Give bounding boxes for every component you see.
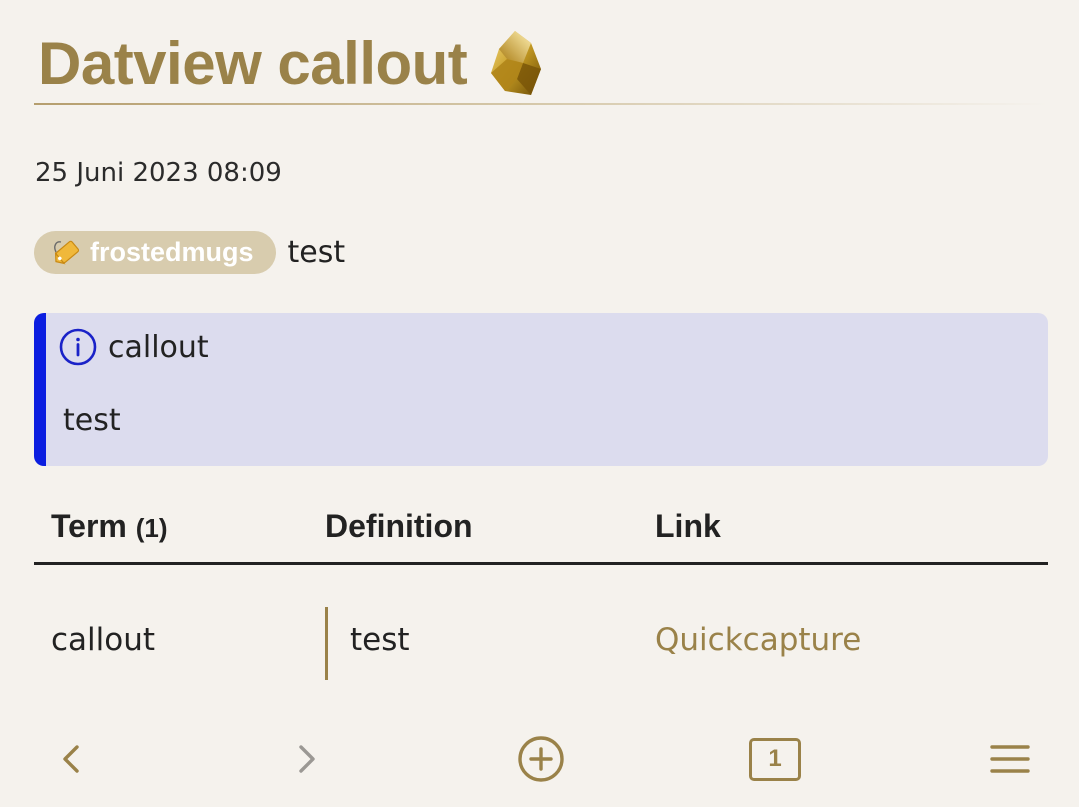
column-header-definition[interactable]: Definition xyxy=(325,508,473,545)
column-header-term[interactable]: Term (1) xyxy=(51,508,168,545)
chevron-left-icon xyxy=(63,745,79,773)
blockquote-bar xyxy=(325,607,328,680)
callout-title: callout xyxy=(108,329,209,365)
column-header-term-label: Term xyxy=(51,508,127,544)
menu-button[interactable] xyxy=(980,728,1040,790)
info-circle-icon xyxy=(59,328,97,366)
callout-accent-bar xyxy=(34,313,46,466)
table-row: callout test Quickcapture xyxy=(34,565,1048,680)
tab-count-icon: 1 xyxy=(749,738,801,781)
hamburger-menu-icon xyxy=(990,745,1030,773)
tag-label-icon xyxy=(54,240,80,264)
callout-header[interactable]: callout xyxy=(58,327,209,367)
note-date: 25 Juni 2023 08:09 xyxy=(35,158,282,188)
title-divider xyxy=(34,103,1048,105)
tag-label: frostedmugs xyxy=(90,237,254,267)
cell-definition: test xyxy=(350,622,410,658)
tag-row: frostedmugs test xyxy=(34,231,345,274)
cell-link[interactable]: Quickcapture xyxy=(655,622,861,658)
tab-count: 1 xyxy=(768,745,782,772)
tag-pill[interactable]: frostedmugs xyxy=(34,231,276,274)
info-callout: callout test xyxy=(34,313,1048,466)
table-header: Term (1) Definition Link xyxy=(34,500,1048,565)
column-header-link[interactable]: Link xyxy=(655,508,721,545)
chevron-right-icon xyxy=(299,745,315,773)
obsidian-gem-icon xyxy=(491,31,542,95)
cell-term: callout xyxy=(51,622,156,658)
plus-circle-icon xyxy=(518,736,564,782)
dataview-table: Term (1) Definition Link callout test Qu… xyxy=(34,500,1048,680)
page-title: Datview callout xyxy=(38,30,468,97)
forward-button[interactable] xyxy=(276,728,336,790)
back-button[interactable] xyxy=(42,728,102,790)
tabs-button[interactable]: 1 xyxy=(745,728,805,790)
note-header: Datview callout xyxy=(38,26,543,102)
bottom-navbar: 1 xyxy=(0,728,1079,790)
callout-body: test xyxy=(63,403,121,438)
tag-line-text: test xyxy=(287,235,346,270)
result-count: (1) xyxy=(135,513,168,543)
new-note-button[interactable] xyxy=(511,728,571,790)
note-view: Datview callout 25 Juni 2023 08:09 frost… xyxy=(0,0,1079,807)
